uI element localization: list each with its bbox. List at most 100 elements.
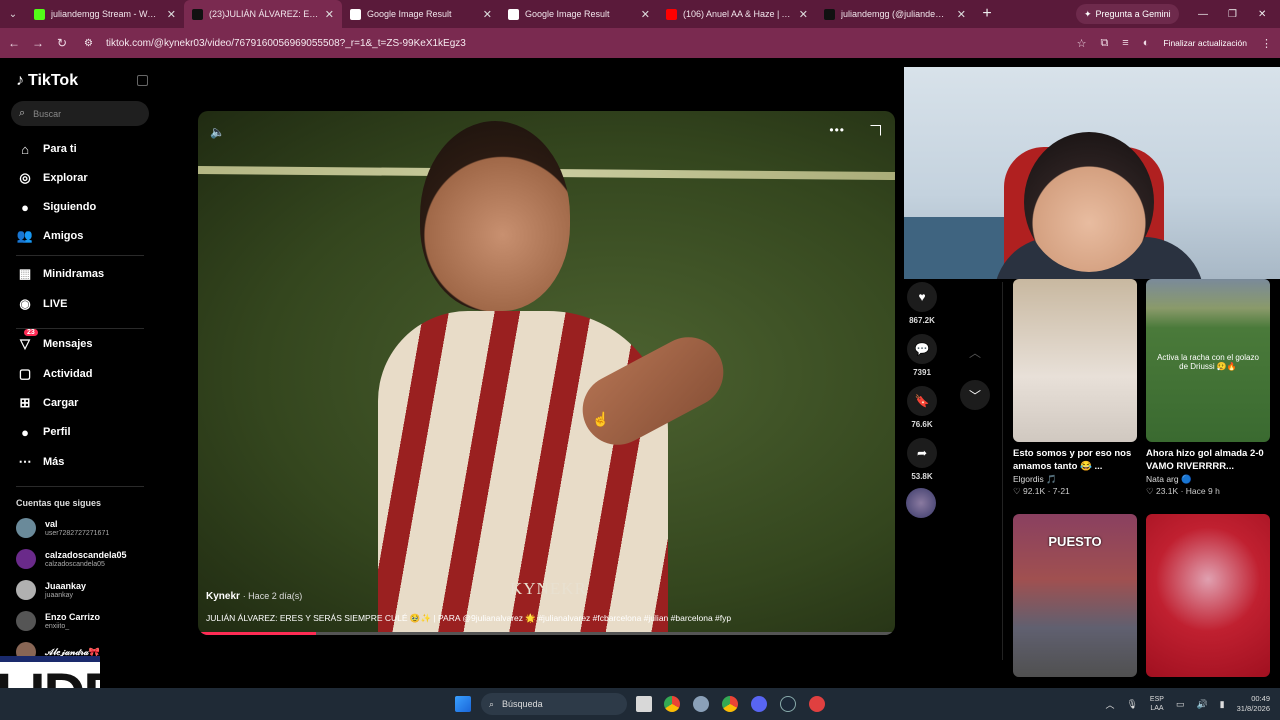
language-indicator[interactable]: ESP LAA — [1150, 695, 1164, 713]
sidebar-item-perfil[interactable]: ● Perfil — [16, 423, 70, 441]
account-handle: juaankay — [45, 591, 74, 599]
sidebar-item-cargar[interactable]: ⊞ Cargar — [16, 394, 79, 412]
chrome-profile-icon[interactable] — [722, 696, 738, 712]
video-thumbnail[interactable]: PUESTO — [1013, 514, 1137, 677]
tab-search-chevron-icon[interactable]: ⌄ — [0, 0, 26, 28]
bookmark-star-icon[interactable]: ☆ — [1077, 37, 1087, 50]
profile-avatar-icon[interactable]: ◐ — [1143, 37, 1150, 49]
video-thumbnail[interactable]: Activa la racha con el golazo de Driussi… — [1146, 279, 1270, 442]
browser-tab[interactable]: juliandemgg (@juliandemgg3) ✕ — [816, 0, 974, 28]
network-icon[interactable]: ▭ — [1176, 699, 1185, 710]
extensions-icon[interactable]: ⧉ — [1100, 37, 1108, 50]
clock[interactable]: 00:49 31/8/2026 — [1237, 694, 1270, 714]
sidebar-item-siguiendo[interactable]: ● Siguiendo — [16, 198, 96, 216]
sparkle-icon: ✦ — [1084, 8, 1092, 19]
recommended-meta: ♡ 92.1K · 7-21 — [1013, 486, 1137, 497]
minimize-button[interactable]: — — [1198, 0, 1208, 28]
recommended-video[interactable]: Activa la racha con el golazo de Driussi… — [1146, 279, 1270, 497]
recommended-video[interactable]: PUESTO — [1013, 514, 1137, 677]
volume-tray-icon[interactable]: 🔊 — [1196, 699, 1207, 710]
browser-tab[interactable]: juliandemgg Stream - Watch Li ✕ — [26, 0, 184, 28]
previous-video-icon[interactable]: ︿ — [960, 337, 990, 367]
tray-chevron-icon[interactable]: ︿ — [1105, 698, 1114, 711]
browser-tab[interactable]: (23)JULIÁN ÁLVAREZ: ERES ✕ — [184, 0, 342, 28]
comment-button[interactable]: 💬 7391 — [904, 334, 940, 377]
sidebar-item-amigos[interactable]: 👥 Amigos — [16, 227, 83, 245]
recommended-video[interactable]: Esto somos y por eso nos amamos tanto 😂 … — [1013, 279, 1137, 497]
lang-layout: LAA — [1150, 705, 1164, 712]
gemini-button[interactable]: ✦ Pregunta a Gemini — [1076, 4, 1179, 24]
start-icon[interactable] — [455, 696, 471, 712]
battery-icon[interactable]: ▮ — [1220, 699, 1225, 710]
browser-menu-icon[interactable]: ⋮ — [1261, 37, 1272, 50]
webcam-streamer — [1024, 132, 1154, 272]
media-control-icon[interactable]: ≡ — [1122, 37, 1128, 49]
close-tab-icon[interactable]: ✕ — [325, 8, 334, 21]
sidebar-item-minidramas[interactable]: ▦ Minidramas — [16, 265, 104, 283]
fullscreen-icon[interactable] — [870, 125, 881, 136]
recommended-title[interactable]: Ahora hizo gol almada 2-0 VAMO RIVERRRR.… — [1146, 447, 1270, 473]
creator-avatar[interactable] — [906, 488, 938, 518]
forward-icon[interactable]: → — [26, 36, 50, 50]
task-view-icon[interactable] — [636, 696, 652, 712]
video-thumbnail[interactable] — [1013, 279, 1137, 442]
avatar — [16, 580, 36, 600]
collapse-sidebar-icon[interactable] — [137, 75, 148, 86]
sidebar-item-mensajes[interactable]: ▽ 23 Mensajes — [16, 329, 93, 353]
update-button[interactable]: Finalizar actualización — [1163, 38, 1247, 48]
share-button[interactable]: ➦ 53.8K — [904, 438, 940, 481]
app-icon[interactable] — [809, 696, 825, 712]
volume-icon[interactable]: 🔈 — [210, 125, 225, 139]
settings-gear-icon[interactable] — [693, 696, 709, 712]
bookmark-button[interactable]: 🔖 76.6K — [904, 386, 940, 429]
more-options-icon[interactable]: ••• — [829, 123, 845, 137]
discord-icon[interactable] — [751, 696, 767, 712]
address-bar[interactable]: ⚙ tiktok.com/@kynekr03/video/76791600569… — [84, 33, 1044, 53]
maximize-button[interactable]: ❐ — [1228, 0, 1237, 28]
close-tab-icon[interactable]: ✕ — [641, 8, 650, 21]
video-author[interactable]: Kynekr · Hace 2 día(s) — [206, 591, 302, 602]
close-window-button[interactable]: ✕ — [1258, 0, 1266, 28]
sidebar-item-label: Para ti — [43, 143, 77, 155]
progress-bar[interactable] — [198, 632, 895, 635]
site-info-icon[interactable]: ⚙ — [84, 38, 98, 49]
recommended-creator[interactable]: Elgordis 🎵 — [1013, 474, 1137, 485]
video-player[interactable]: 🔈 ••• ☝ KYNEKR Kynekr · Hace 2 día(s) JU… — [198, 111, 895, 635]
followed-account[interactable]: Juaankay juaankay — [16, 580, 86, 600]
close-tab-icon[interactable]: ✕ — [167, 8, 176, 21]
like-button[interactable]: ♥ 867.2K — [904, 282, 940, 325]
followed-account[interactable]: val user7282727271671 — [16, 518, 109, 538]
search-input[interactable]: ⌕ Buscar — [11, 101, 149, 126]
video-thumbnail[interactable] — [1146, 514, 1270, 677]
new-tab-button[interactable]: + — [974, 5, 1000, 23]
recommended-video[interactable] — [1146, 514, 1270, 677]
chrome-icon[interactable] — [664, 696, 680, 712]
taskbar-search[interactable]: ⌕ Búsqueda — [481, 693, 627, 715]
author-name[interactable]: Kynekr — [206, 591, 240, 602]
recommended-title[interactable]: Esto somos y por eso nos amamos tanto 😂 … — [1013, 447, 1137, 473]
recommended-creator[interactable]: Nata arg 🔵 — [1146, 474, 1270, 485]
browser-tab[interactable]: Google Image Result ✕ — [342, 0, 500, 28]
close-tab-icon[interactable]: ✕ — [957, 8, 966, 21]
sidebar-item-live[interactable]: ◉ LIVE — [16, 295, 67, 313]
followed-account[interactable]: Enzo Carrizo enxiito_ — [16, 611, 100, 631]
browser-tab[interactable]: (106) Anuel AA & Haze | AMAN ✕ — [658, 0, 816, 28]
tiktok-logo[interactable]: ♪ TikTok — [16, 72, 78, 90]
browser-tab[interactable]: Google Image Result ✕ — [500, 0, 658, 28]
sidebar-item-explorar[interactable]: ◎ Explorar — [16, 169, 88, 187]
followed-account[interactable]: calzadoscandela05 calzadoscandela05 — [16, 549, 127, 569]
close-tab-icon[interactable]: ✕ — [799, 8, 808, 21]
tab-favicon-icon — [192, 8, 203, 20]
back-icon[interactable]: ← — [2, 36, 26, 50]
sidebar-item-label: Explorar — [43, 172, 88, 184]
sidebar-item-label: Cargar — [43, 397, 79, 409]
sidebar-item-más[interactable]: ⋯ Más — [16, 453, 65, 471]
close-tab-icon[interactable]: ✕ — [483, 8, 492, 21]
sidebar-item-actividad[interactable]: ▢ Actividad — [16, 365, 93, 383]
steam-icon[interactable] — [780, 696, 796, 712]
sidebar-item-para-ti[interactable]: ⌂ Para ti — [16, 140, 77, 158]
recommended-date: · Hace 9 h — [1180, 486, 1220, 496]
next-video-icon[interactable]: ﹀ — [960, 380, 990, 410]
microphone-icon[interactable]: 🎙 — [1126, 699, 1137, 710]
reload-icon[interactable]: ↻ — [50, 36, 74, 50]
